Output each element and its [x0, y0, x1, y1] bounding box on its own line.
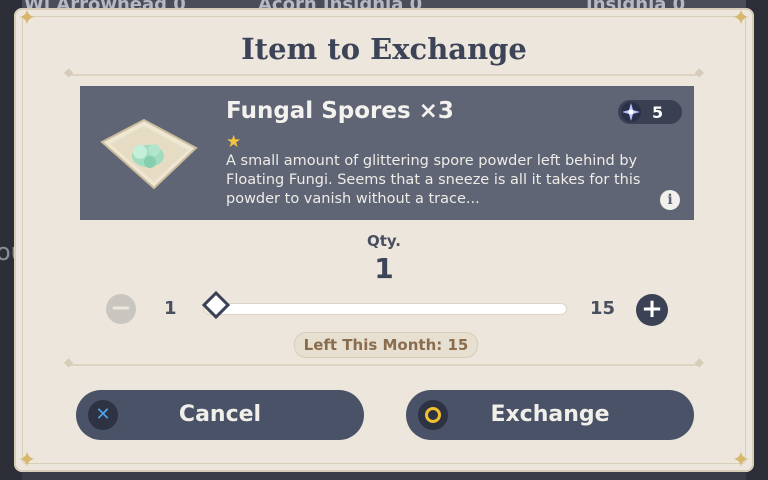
- corner-ornament-icon: ✦: [17, 448, 37, 473]
- corner-ornament-icon: ✦: [17, 6, 37, 31]
- quantity-value: 1: [374, 252, 394, 285]
- cost-badge: 5: [618, 100, 682, 124]
- divider: [64, 65, 704, 79]
- increase-button[interactable]: +: [636, 294, 668, 326]
- divider: [64, 355, 704, 369]
- fungal-spores-icon: [100, 118, 198, 190]
- stardust-icon: [621, 102, 641, 122]
- cancel-button[interactable]: ✕ Cancel: [76, 390, 364, 440]
- info-icon[interactable]: i: [660, 190, 680, 210]
- item-name: Fungal Spores ×3: [226, 98, 454, 124]
- rarity-star-icon: ★: [226, 132, 242, 152]
- exchange-dialog: ✦ ✦ ✦ ✦ Item to Exchange Fungal Spores ×…: [14, 8, 754, 472]
- slider-max-label: 15: [590, 298, 616, 319]
- corner-ornament-icon: ✦: [731, 6, 751, 31]
- monthly-limit-badge: Left This Month: 15: [294, 332, 478, 358]
- cost-value: 5: [652, 102, 664, 122]
- item-description: A small amount of glittering spore powde…: [226, 153, 641, 207]
- slider-min-label: 1: [164, 298, 177, 319]
- exchange-button[interactable]: Exchange: [406, 390, 694, 440]
- corner-ornament-icon: ✦: [731, 448, 751, 473]
- cancel-button-label: Cancel: [178, 402, 262, 427]
- quantity-label: Qty.: [366, 232, 402, 250]
- exchange-button-label: Exchange: [490, 402, 610, 427]
- quantity-slider[interactable]: [201, 290, 566, 320]
- decrease-button[interactable]: −: [106, 294, 136, 324]
- item-card: Fungal Spores ×3 ★ A small amount of gli…: [80, 86, 694, 220]
- dialog-title: Item to Exchange: [241, 32, 527, 66]
